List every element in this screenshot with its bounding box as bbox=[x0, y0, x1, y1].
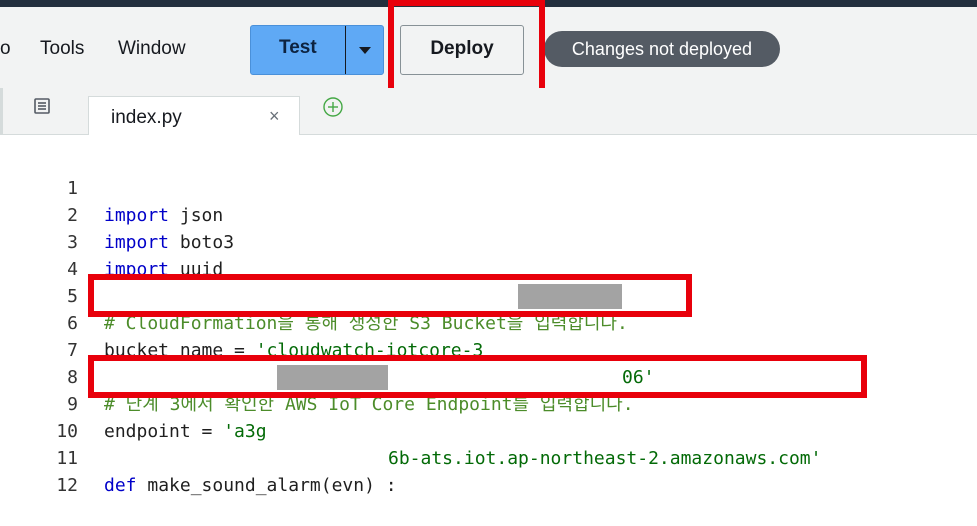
list-icon[interactable] bbox=[34, 98, 50, 114]
bucket-name-highlight-box bbox=[88, 274, 692, 317]
add-tab-icon[interactable] bbox=[322, 96, 344, 118]
code-line: 1 import json bbox=[0, 148, 977, 226]
test-button-label: Test bbox=[279, 37, 317, 58]
keyword: def bbox=[104, 475, 137, 496]
menu-item-window[interactable]: Window bbox=[118, 38, 186, 60]
code-line: 2 import boto3 bbox=[0, 175, 977, 253]
menu-item-tools[interactable]: Tools bbox=[40, 38, 84, 60]
deploy-highlight-box bbox=[388, 0, 545, 95]
test-button[interactable]: Test bbox=[250, 25, 384, 75]
tab-label: index.py bbox=[111, 107, 182, 128]
code-text: def make_sound_alarm(evn) : bbox=[104, 472, 397, 499]
code-line: 12 bbox=[0, 445, 977, 496]
code-line: 3 import uuid bbox=[0, 202, 977, 280]
code-editor[interactable]: 1 import json 2 import boto3 3 import uu… bbox=[0, 135, 977, 496]
tab-index-py[interactable]: index.py × bbox=[88, 96, 300, 135]
chevron-down-icon[interactable] bbox=[359, 47, 371, 54]
endpoint-highlight-box bbox=[88, 355, 867, 398]
code-line: 4 bbox=[0, 229, 977, 280]
menu-item-go[interactable]: o bbox=[0, 38, 11, 60]
close-icon[interactable]: × bbox=[269, 106, 280, 127]
line-number: 12 bbox=[56, 475, 78, 496]
panel-edge bbox=[0, 88, 3, 134]
code-line: 11 def make_sound_alarm(evn) : bbox=[0, 418, 977, 496]
test-button-divider bbox=[345, 26, 346, 74]
status-badge: Changes not deployed bbox=[544, 31, 780, 67]
code-plain: make_sound_alarm(evn) : bbox=[136, 475, 397, 496]
